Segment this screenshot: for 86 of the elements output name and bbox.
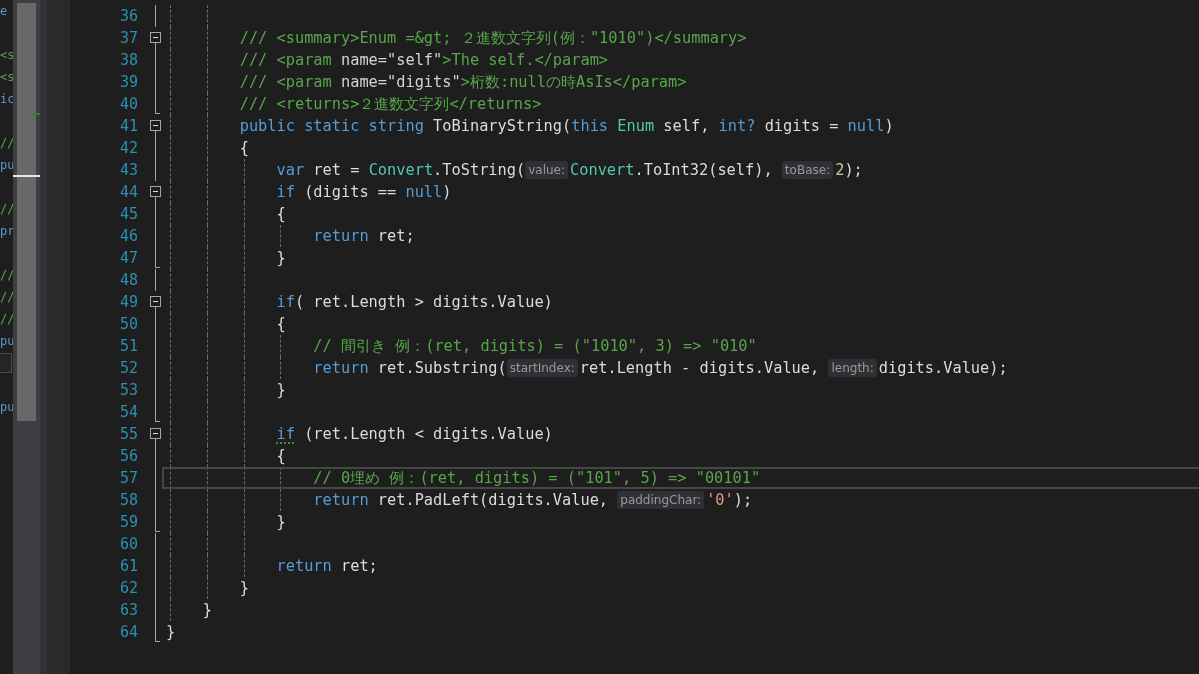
code-text: public static string ToBinaryString(this Enum self, int? digits = null)	[238, 117, 894, 135]
code-text: }	[275, 513, 286, 531]
line-number: 38	[118, 51, 138, 69]
code-fragment: //	[0, 202, 13, 216]
code-text: return ret.Substring(	[312, 359, 507, 377]
code-text: // 間引き 例：(ret, digits) = ("1010", 3) => "010"	[312, 335, 757, 357]
collapse-toggle[interactable]	[150, 296, 161, 307]
line-number: 39	[118, 73, 138, 91]
line-number: 43	[118, 161, 138, 179]
code-fragment: pu	[0, 158, 13, 172]
code-text: {	[275, 205, 286, 223]
code-text: {	[275, 315, 286, 333]
line-number: 56	[118, 447, 138, 465]
line-number: 59	[118, 513, 138, 531]
line-number: 62	[118, 579, 138, 597]
line-number: 60	[118, 535, 138, 553]
line-number: 54	[118, 403, 138, 421]
line-number: 61	[118, 557, 138, 575]
scrollbar[interactable]	[13, 0, 40, 674]
code-text: /// <returns>２進数文字列</returns>	[238, 93, 542, 115]
code-fragment: //	[0, 136, 13, 150]
code-text: (ret.Length < digits.Value)	[303, 425, 553, 443]
line-number: 51	[118, 337, 138, 355]
parameter-hint: toBase:	[781, 161, 834, 179]
code-text: /// <param name="digits">桁数:nullの時AsIs</param>	[238, 71, 687, 93]
code-text: return ret;	[275, 557, 378, 575]
code-text: digits.Value);	[878, 359, 1008, 377]
line-number: 57	[118, 469, 138, 487]
line-number: 37	[118, 29, 138, 47]
code-text: {	[275, 447, 286, 465]
code-text: }	[201, 601, 213, 619]
line-number: 58	[118, 491, 138, 509]
line-number: 48	[118, 271, 138, 289]
collapse-toggle[interactable]	[150, 428, 161, 439]
caret-marker	[13, 175, 40, 177]
code-text: Convert.ToInt32(self),	[570, 161, 774, 179]
code-fragment: ic	[0, 92, 13, 106]
code-text: }	[275, 381, 286, 399]
code-text: {	[238, 139, 249, 157]
code-text: var ret = Convert.ToString(	[275, 161, 526, 179]
change-marker	[30, 113, 40, 115]
line-number: 42	[118, 139, 138, 157]
code-text: if	[276, 425, 295, 443]
code-fragment: //	[0, 268, 13, 282]
code-text: if (digits == null)	[275, 183, 452, 201]
code-fragment: //	[0, 290, 13, 304]
line-number: 46	[118, 227, 138, 245]
line-number: 64	[118, 623, 138, 641]
line-number: 50	[118, 315, 138, 333]
code-fragment: e	[0, 4, 8, 18]
line-number: 36	[118, 7, 138, 25]
code-fragment: pu	[0, 400, 13, 414]
parameter-hint: startIndex:	[506, 359, 578, 377]
line-number: 41	[118, 117, 138, 135]
code-fragment: pu	[0, 334, 13, 348]
code-text: if( ret.Length > digits.Value)	[275, 293, 553, 311]
line-number: 40	[118, 95, 138, 113]
code-fragment: <s	[0, 48, 13, 62]
code-text: /// <param name="self">The self.</param>	[238, 51, 609, 69]
line-number: 45	[118, 205, 138, 223]
code-text: }	[275, 249, 286, 267]
line-number: 44	[118, 183, 138, 201]
parameter-hint: length:	[828, 359, 877, 377]
line-number: 49	[118, 293, 138, 311]
collapse-toggle[interactable]	[150, 120, 161, 131]
line-number: 55	[118, 425, 138, 443]
line-number: 53	[118, 381, 138, 399]
code-text: }	[166, 623, 176, 641]
collapse-toggle[interactable]	[150, 32, 161, 43]
code-text: /// <summary>Enum =&gt; ２進数文字列(例："1010")</summary>	[238, 27, 747, 49]
code-text: '0');	[706, 491, 753, 509]
code-fragment: //	[0, 312, 13, 326]
scrollbar-thumb[interactable]	[17, 3, 36, 421]
line-number: 52	[118, 359, 138, 377]
code-text: 2);	[835, 161, 863, 179]
parameter-hint: paddingChar:	[617, 491, 705, 509]
code-text: }	[238, 579, 249, 597]
code-text: return ret;	[312, 227, 415, 245]
line-number: 47	[118, 249, 138, 267]
parameter-hint: value:	[525, 161, 569, 179]
collapse-toggle[interactable]	[150, 186, 161, 197]
code-text: return ret.PadLeft(digits.Value,	[312, 491, 610, 509]
code-fragment: <s	[0, 70, 13, 84]
line-number: 63	[118, 601, 138, 619]
code-text: ret.Length - digits.Value,	[579, 359, 821, 377]
code-text: // 0埋め 例：(ret, digits) = ("101", 5) => "00101"	[312, 467, 761, 489]
